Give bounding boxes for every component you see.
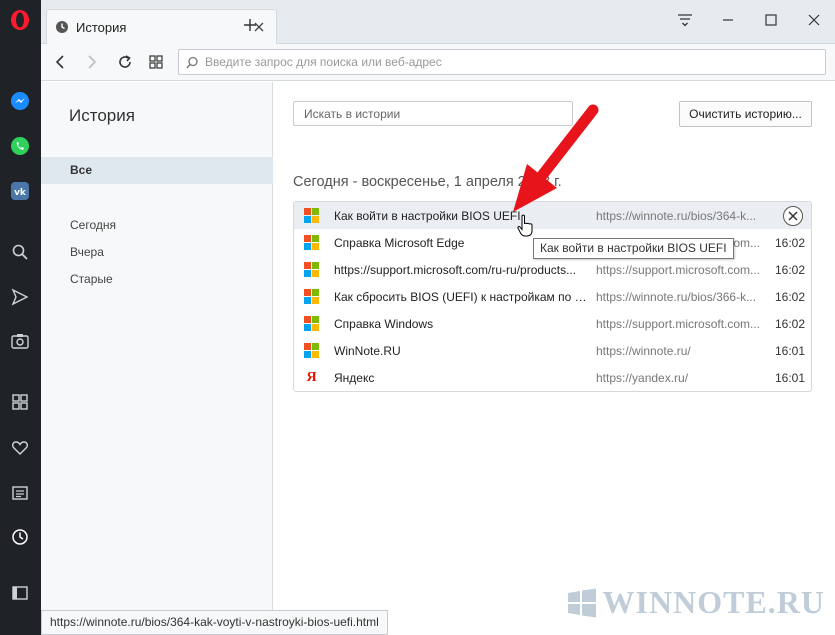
history-row-title[interactable]: Как сбросить BIOS (UEFI) к настройкам по… [334,290,589,304]
heart-icon[interactable] [9,437,31,459]
history-row-url: https://support.microsoft.com... [596,263,761,277]
windows-logo-icon [567,588,596,617]
tab-title: История [76,19,127,35]
watermark: WINNOTE.RU [567,584,825,621]
history-row-title[interactable]: Как войти в настройки BIOS UEFI [334,209,589,223]
remove-entry-icon[interactable] [783,206,803,226]
history-row-url: https://yandex.ru/ [596,371,689,385]
history-row[interactable]: Как войти в настройки BIOS UEFI https://w… [294,202,811,229]
yandex-icon: Я [306,370,317,385]
date-heading: Сегодня - воскресенье, 1 апреля 2018 г. [293,174,562,190]
history-row-title[interactable]: Справка Windows [334,317,589,331]
history-row-time: 16:02 [775,263,806,277]
history-nav-today[interactable]: Сегодня [70,218,116,232]
history-row-url: https://winnote.ru/bios/366-k... [596,290,757,304]
navigation-bar [41,44,835,81]
history-row-url: https://winnote.ru/ [596,344,691,358]
send-icon[interactable] [9,286,31,308]
address-bar[interactable] [178,49,826,75]
history-main: Очистить историю... Сегодня - воскресень… [274,82,835,612]
history-search-input[interactable] [293,101,573,126]
sidebar-toggle-icon[interactable] [9,582,31,604]
messenger-icon[interactable] [9,90,31,112]
link-tooltip: Как войти в настройки BIOS UEFI [533,238,734,259]
reload-button[interactable] [114,51,136,73]
history-row-time: 16:01 [775,371,806,385]
windows-icon [304,235,319,250]
minimize-button[interactable] [706,0,749,40]
address-input[interactable] [205,55,805,69]
speed-dial-icon[interactable] [9,391,31,413]
new-tab-button[interactable] [241,16,259,34]
history-list: Как войти в настройки BIOS UEFI https://w… [293,201,812,392]
search-icon[interactable] [9,241,31,263]
hand-cursor-icon [517,214,533,237]
svg-text:vk: vk [14,188,27,198]
whatsapp-icon[interactable] [9,135,31,157]
history-row-time: 16:01 [775,344,806,358]
opera-logo-icon[interactable] [9,9,31,31]
history-clock-icon[interactable] [9,526,31,548]
windows-icon [304,208,319,223]
history-row[interactable]: https://support.microsoft.com/ru-ru/prod… [294,256,811,283]
speed-dial-button[interactable] [145,51,167,73]
forward-button[interactable] [81,51,103,73]
history-row-url: https://winnote.ru/bios/364-k... [596,209,757,223]
history-row[interactable]: Как сбросить BIOS (UEFI) к настройкам по… [294,283,811,310]
camera-icon[interactable] [9,330,31,352]
history-row-title[interactable]: https://support.microsoft.com/ru-ru/prod… [334,263,589,277]
clear-history-button[interactable]: Очистить историю... [679,101,812,127]
history-row-title[interactable]: WinNote.RU [334,344,589,358]
history-row-time: 16:02 [775,236,806,250]
opera-sidebar: vk [0,0,41,635]
history-tab-icon [56,21,68,33]
status-url: https://winnote.ru/bios/364-kak-voyti-v-… [41,610,388,635]
history-title: История [69,106,135,125]
close-window-button[interactable] [792,0,835,40]
history-nav-all[interactable]: Все [41,157,273,184]
history-row-title[interactable]: Яндекс [334,371,589,385]
news-icon[interactable] [9,482,31,504]
history-row[interactable]: WinNote.RU https://winnote.ru/16:01 [294,337,811,364]
history-row[interactable]: Справка Windows https://support.microsoft… [294,310,811,337]
search-icon [186,56,198,68]
windows-icon [304,262,319,277]
vk-icon[interactable]: vk [9,180,31,202]
windows-icon [304,289,319,304]
tab-menu-icon[interactable] [663,0,706,40]
history-row-time: 16:02 [775,290,806,304]
history-nav-yesterday[interactable]: Вчера [70,245,104,259]
windows-icon [304,343,319,358]
watermark-text: WINNOTE.RU [602,584,825,620]
history-sidebar: История Все Сегодня Вчера Старые [41,82,273,612]
history-row-time: 16:02 [775,317,806,331]
windows-icon [304,316,319,331]
window-controls [663,0,835,40]
maximize-button[interactable] [749,0,792,40]
history-row[interactable]: Я Яндекс https://yandex.ru/16:01 [294,364,811,391]
tab-bar: История [41,0,835,44]
history-nav-older[interactable]: Старые [70,272,113,286]
history-row-url: https://support.microsoft.com... [596,317,761,331]
back-button[interactable] [49,51,71,73]
